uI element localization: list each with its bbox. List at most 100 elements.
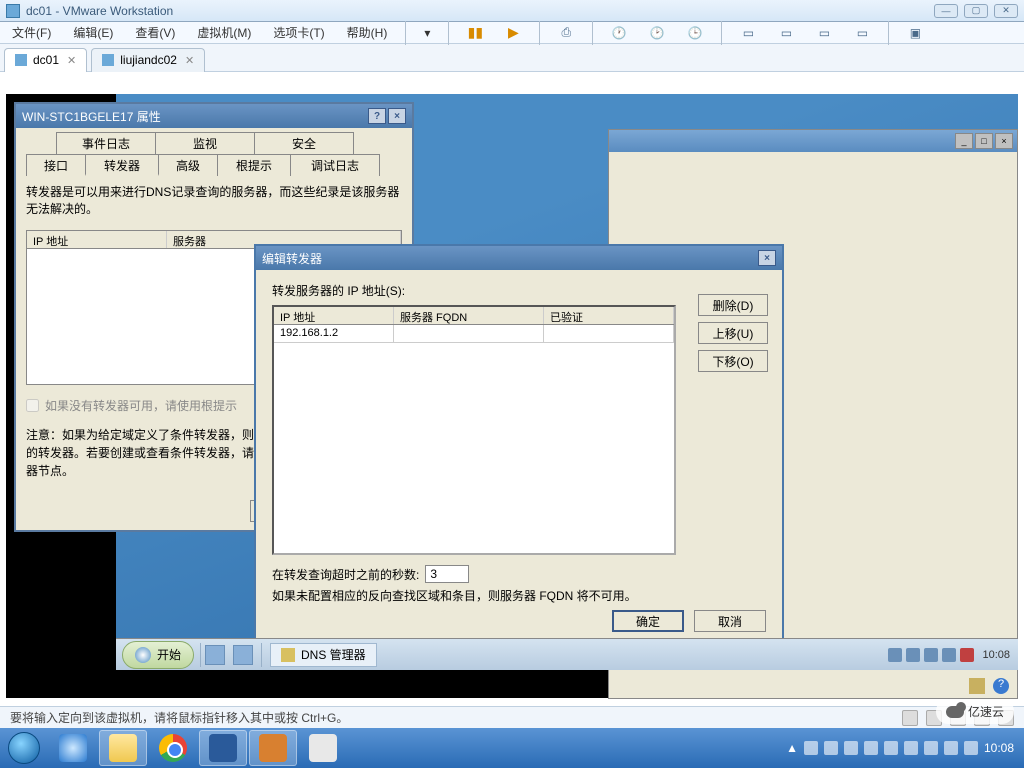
statusbar: 要将输入定向到该虚拟机，请将鼠标指针移入其中或按 Ctrl+G。 [0, 706, 1024, 728]
menu-tabs[interactable]: 选项卡(T) [269, 22, 328, 43]
tray-icon[interactable] [964, 741, 978, 755]
forwarder-description: 转发器是可以用来进行DNS记录查询的服务器，而这些纪录是该服务器无法解决的。 [26, 184, 402, 218]
taskbar-vmware[interactable] [249, 730, 297, 766]
menu-help[interactable]: 帮助(H) [343, 22, 392, 43]
dropdown-icon[interactable]: ▾ [420, 24, 434, 42]
movedown-button[interactable]: 下移(O) [698, 350, 768, 372]
moveup-button[interactable]: 上移(U) [698, 322, 768, 344]
windows-orb-icon [8, 732, 40, 764]
start-button[interactable] [0, 728, 48, 768]
tray-icon[interactable] [944, 741, 958, 755]
taskbar-paint[interactable] [299, 730, 347, 766]
powershell-icon[interactable] [233, 645, 253, 665]
vmware-icon [259, 734, 287, 762]
minimize-button[interactable]: — [934, 4, 958, 18]
tab-forwarders[interactable]: 转发器 [85, 154, 159, 176]
menu-edit[interactable]: 编辑(E) [69, 22, 117, 43]
tray-icon[interactable] [924, 741, 938, 755]
close-button[interactable]: × [758, 250, 776, 266]
tab-liujiandc02[interactable]: liujiandc02 ✕ [91, 48, 205, 72]
tray-icon[interactable] [864, 741, 878, 755]
edit-forwarders-dialog: 编辑转发器 × 转发服务器的 IP 地址(S): IP 地址 服务器 FQDN … [254, 244, 784, 644]
tray-icon[interactable] [824, 741, 838, 755]
windows-orb-icon [135, 647, 151, 663]
taskbar-dns-manager[interactable]: DNS 管理器 [270, 643, 377, 667]
help-icon[interactable]: ? [993, 678, 1009, 694]
dns-icon [281, 648, 295, 662]
cancel-button[interactable]: 取消 [694, 610, 766, 632]
view2-icon[interactable]: ▭ [774, 21, 798, 45]
ie-icon [59, 734, 87, 762]
delete-button[interactable]: 删除(D) [698, 294, 768, 316]
host-clock[interactable]: 10:08 [984, 741, 1014, 755]
doc-tabs: dc01 ✕ liujiandc02 ✕ [0, 44, 1024, 72]
close-button[interactable]: × [388, 108, 406, 124]
close-button[interactable]: × [995, 133, 1013, 149]
vm-viewport[interactable]: _ □ × ? ADRec WIN-STC1BGELE17 属性 ? × [6, 94, 1018, 698]
timeout-input[interactable] [425, 565, 469, 583]
tab-security[interactable]: 安全 [254, 132, 354, 154]
tab-monitor[interactable]: 监视 [155, 132, 255, 154]
pause-icon[interactable]: ▮▮ [463, 21, 487, 45]
start-button[interactable]: 开始 [122, 641, 194, 669]
clock3-icon[interactable]: 🕒 [683, 21, 707, 45]
tab-dc01[interactable]: dc01 ✕ [4, 48, 87, 72]
vmware-icon [6, 4, 20, 18]
tab-close-icon[interactable]: ✕ [67, 54, 76, 67]
tray-icon[interactable] [844, 741, 858, 755]
menubar: 文件(F) 编辑(E) 查看(V) 虚拟机(M) 选项卡(T) 帮助(H) ▾ … [0, 22, 1024, 44]
tab-interface[interactable]: 接口 [26, 154, 86, 176]
tab-eventlog[interactable]: 事件日志 [56, 132, 156, 154]
tab-roothints[interactable]: 根提示 [217, 154, 291, 176]
taskbar-word[interactable] [199, 730, 247, 766]
watermark: 亿速云 [936, 699, 1014, 724]
vm-icon [102, 54, 114, 66]
close-button[interactable]: ✕ [994, 4, 1018, 18]
taskbar-chrome[interactable] [149, 730, 197, 766]
tab-label: dc01 [33, 53, 59, 67]
snapshot-icon[interactable]: ⎙ [554, 21, 578, 45]
word-icon [209, 734, 237, 762]
server-manager-icon[interactable] [205, 645, 225, 665]
fullscreen-icon[interactable]: ▣ [903, 21, 927, 45]
view4-icon[interactable]: ▭ [850, 21, 874, 45]
maximize-button[interactable]: □ [975, 133, 993, 149]
help-button[interactable]: ? [368, 108, 386, 124]
dialog-title: 编辑转发器 [262, 250, 756, 267]
clock2-icon[interactable]: 🕑 [645, 21, 669, 45]
checkbox [26, 399, 39, 412]
guest-clock[interactable]: 10:08 [982, 649, 1010, 661]
tab-advanced[interactable]: 高级 [158, 154, 218, 176]
menu-view[interactable]: 查看(V) [131, 22, 179, 43]
tray-icon[interactable] [884, 741, 898, 755]
tray-icon[interactable] [906, 648, 920, 662]
tray-icon[interactable] [942, 648, 956, 662]
minimize-button[interactable]: _ [955, 133, 973, 149]
view3-icon[interactable]: ▭ [812, 21, 836, 45]
ok-button[interactable]: 确定 [612, 610, 684, 632]
forwarder-ip-list[interactable]: IP 地址 服务器 FQDN 已验证 [272, 305, 676, 555]
ip-list-label: 转发服务器的 IP 地址(S): [272, 282, 766, 299]
taskbar-ie[interactable] [49, 730, 97, 766]
tray-icon[interactable] [804, 741, 818, 755]
menu-vm[interactable]: 虚拟机(M) [193, 22, 255, 43]
play-icon[interactable]: ▶ [501, 21, 525, 45]
tray-icon[interactable] [924, 648, 938, 662]
taskbar-explorer[interactable] [99, 730, 147, 766]
window-title: dc01 - VMware Workstation [26, 4, 934, 18]
cloud-icon [946, 706, 964, 718]
tab-debuglog[interactable]: 调试日志 [290, 154, 380, 176]
ip-row[interactable] [274, 325, 674, 343]
chrome-icon [159, 734, 187, 762]
tray-icon[interactable] [904, 741, 918, 755]
tab-close-icon[interactable]: ✕ [185, 54, 194, 67]
view1-icon[interactable]: ▭ [736, 21, 760, 45]
clock1-icon[interactable]: 🕐 [607, 21, 631, 45]
maximize-button[interactable]: ▢ [964, 4, 988, 18]
status-icon[interactable] [902, 710, 918, 726]
timeout-label: 在转发查询超时之前的秒数: [272, 566, 419, 583]
menu-file[interactable]: 文件(F) [8, 22, 55, 43]
ip-input[interactable] [280, 327, 387, 339]
tray-icon[interactable] [960, 648, 974, 662]
tray-icon[interactable] [888, 648, 902, 662]
